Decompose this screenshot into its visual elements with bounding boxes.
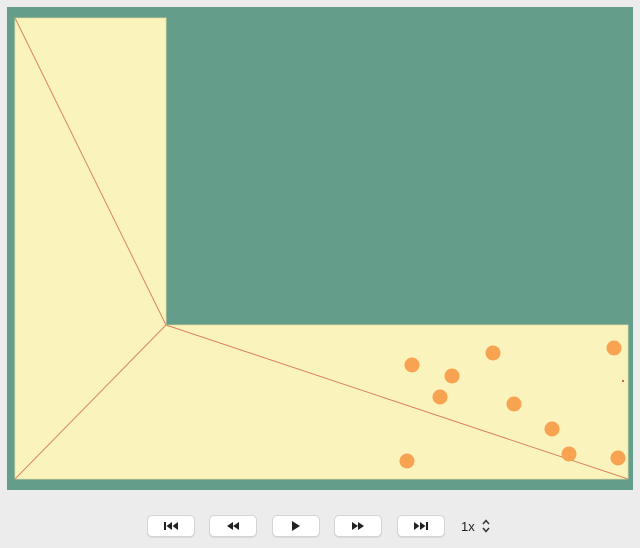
skip-to-start-button[interactable] [147,515,195,537]
marker-dot [621,379,625,383]
ball [506,396,522,412]
ball [561,446,577,462]
play-button[interactable] [272,515,320,537]
skip-to-end-icon [414,522,428,530]
fast-forward-icon [352,522,364,530]
ball [485,345,501,361]
ball [544,421,560,437]
skip-to-end-button[interactable] [397,515,445,537]
playback-controls: 1x [0,515,640,537]
play-icon [292,521,300,531]
ball [399,453,415,469]
ball [606,340,622,356]
simulation-canvas[interactable] [7,7,633,490]
speed-label: 1x [461,518,475,534]
simulation-svg [14,17,629,480]
ball [444,368,460,384]
rewind-button[interactable] [209,515,257,537]
skip-to-start-icon [164,522,178,530]
ball [404,357,420,373]
floor-area [14,17,629,480]
ball [610,450,626,466]
up-down-stepper-icon [482,519,490,533]
rewind-icon [227,522,239,530]
fast-forward-button[interactable] [334,515,382,537]
ball [432,389,448,405]
speed-selector[interactable]: 1x [458,515,500,537]
